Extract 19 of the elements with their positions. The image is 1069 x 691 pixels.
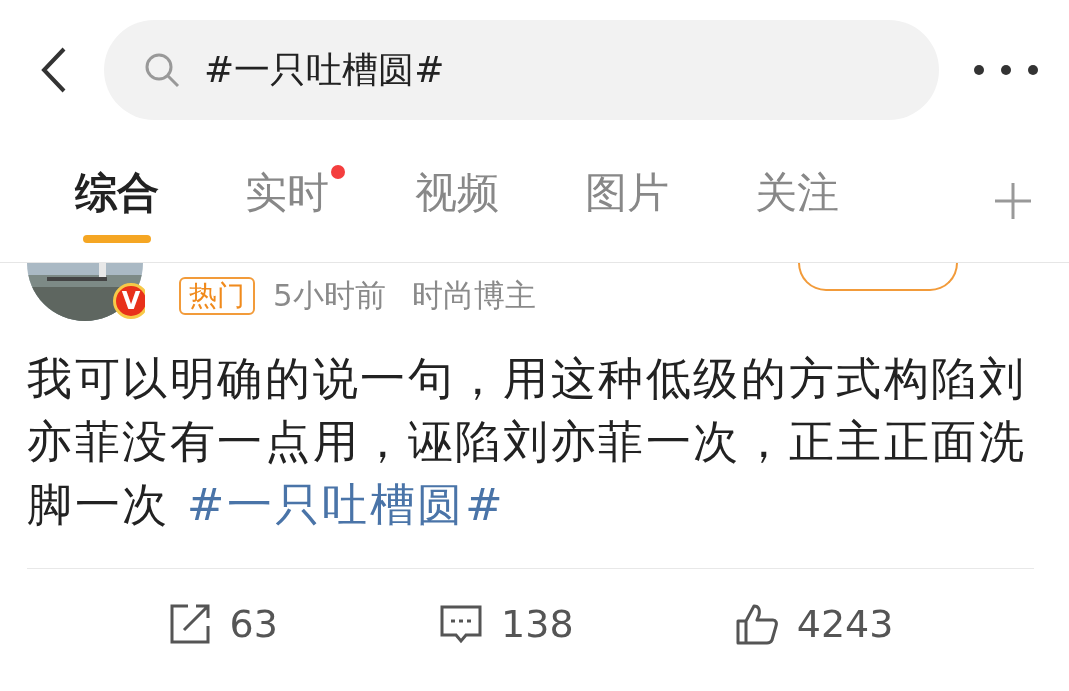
tab[interactable]: 实时 — [245, 159, 329, 243]
post-time: 5小时前 — [273, 276, 386, 315]
repost-button[interactable]: 63 — [167, 602, 278, 646]
hot-tag: 热门 — [179, 277, 255, 315]
tab[interactable]: 关注 — [755, 159, 839, 243]
verified-badge: V — [113, 283, 145, 319]
more-icon[interactable] — [973, 64, 1039, 76]
post-text: 我可以明确的说一句，用这种低级的方式构陷刘亦菲没有一点用，诬陷刘亦菲一次，正主正面洗脚一次 #一只吐槽圆# — [27, 351, 1028, 533]
search-bar[interactable]: #一只吐槽圆# — [104, 20, 939, 120]
tab[interactable]: 视频 — [415, 159, 499, 243]
comment-button[interactable]: 138 — [439, 602, 574, 646]
hashtag-link[interactable]: #一只吐槽圆# — [186, 478, 506, 531]
tab[interactable]: 图片 — [585, 159, 669, 243]
author-category: 时尚博主 — [411, 276, 536, 315]
thumbs-up-icon — [734, 602, 779, 646]
like-button[interactable]: 4243 — [734, 602, 894, 646]
add-icon[interactable] — [993, 181, 1033, 221]
search-field[interactable]: #一只吐槽圆# — [204, 49, 804, 91]
tab[interactable]: 综合 — [75, 159, 159, 243]
